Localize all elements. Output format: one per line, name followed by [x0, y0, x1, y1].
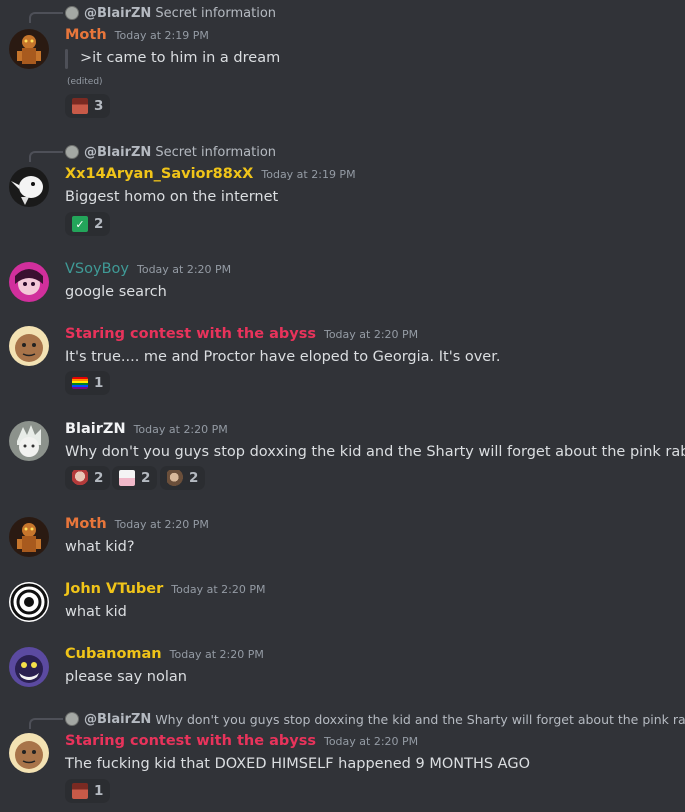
anime-sticker-icon	[72, 470, 88, 486]
reply-avatar-icon	[65, 6, 79, 20]
face-sticker-icon	[72, 783, 88, 799]
message-header: Cubanoman Today at 2:20 PM	[65, 646, 264, 666]
message-content: >it came to him in a dream	[80, 48, 280, 68]
reply-avatar-icon	[65, 712, 79, 726]
reply-spine	[29, 12, 63, 23]
reply-preview[interactable]: @BlairZN Why don't you guys stop doxxing…	[65, 710, 685, 728]
reply-spine	[29, 151, 63, 162]
rainbow-flag-icon	[72, 377, 88, 389]
message-content: google search	[65, 284, 167, 300]
reply-preview[interactable]: @BlairZN Secret information	[65, 4, 276, 22]
reaction[interactable]: 2	[65, 466, 111, 490]
pointing-sticker-icon	[167, 470, 183, 486]
pink-rabbit-sticker-icon	[119, 470, 135, 486]
timestamp[interactable]: Today at 2:20 PM	[170, 648, 264, 661]
avatar[interactable]	[9, 262, 49, 302]
reaction[interactable]: ✓ 2	[65, 212, 111, 236]
timestamp[interactable]: Today at 2:19 PM	[261, 168, 355, 181]
reaction-count: 3	[94, 98, 104, 114]
message-content: The fucking kid that DOXED HIMSELF happe…	[65, 756, 530, 772]
message-content: It's true.... me and Proctor have eloped…	[65, 349, 501, 365]
username[interactable]: BlairZN	[65, 421, 126, 437]
message-header: Xx14Aryan_Savior88xX Today at 2:19 PM	[65, 166, 356, 186]
timestamp[interactable]: Today at 2:20 PM	[324, 328, 418, 341]
check-mark-icon: ✓	[72, 216, 88, 232]
timestamp[interactable]: Today at 2:20 PM	[115, 518, 209, 531]
message-header: VSoyBoy Today at 2:20 PM	[65, 261, 231, 281]
reaction-count: 2	[189, 470, 199, 486]
username[interactable]: Cubanoman	[65, 646, 162, 662]
avatar[interactable]	[9, 517, 49, 557]
reply-avatar-icon	[65, 145, 79, 159]
reaction[interactable]: 3	[65, 94, 111, 118]
reaction-count: 1	[94, 375, 104, 391]
timestamp[interactable]: Today at 2:20 PM	[171, 583, 265, 596]
reaction-count: 1	[94, 783, 104, 799]
avatar[interactable]	[9, 647, 49, 687]
reply-username[interactable]: @BlairZN	[84, 145, 151, 160]
face-sticker-icon	[72, 98, 88, 114]
avatar[interactable]	[9, 733, 49, 773]
message-content: Why don't you guys stop doxxing the kid …	[65, 444, 685, 460]
reply-username[interactable]: @BlairZN	[84, 712, 151, 727]
avatar[interactable]	[9, 167, 49, 207]
reply-text: Secret information	[155, 144, 277, 160]
reaction[interactable]: 1	[65, 779, 111, 803]
message-content: what kid?	[65, 539, 135, 555]
reaction-count: 2	[94, 216, 104, 232]
blockquote-bar	[65, 49, 68, 69]
username[interactable]: Moth	[65, 27, 107, 43]
username[interactable]: Staring contest with the abyss	[65, 733, 316, 749]
timestamp[interactable]: Today at 2:20 PM	[324, 735, 418, 748]
username[interactable]: VSoyBoy	[65, 261, 129, 277]
message-text: >it came to him in a dream	[80, 50, 281, 66]
message-header: Staring contest with the abyss Today at …	[65, 326, 418, 346]
username[interactable]: Moth	[65, 516, 107, 532]
avatar[interactable]	[9, 582, 49, 622]
reply-spine	[29, 718, 63, 729]
message-content: please say nolan	[65, 669, 187, 685]
message-content: what kid	[65, 604, 127, 620]
avatar[interactable]	[9, 29, 49, 69]
message-header: Staring contest with the abyss Today at …	[65, 733, 418, 753]
reply-text: Why don't you guys stop doxxing the kid …	[155, 711, 685, 727]
reaction[interactable]: 1	[65, 371, 111, 395]
edited-label: (edited)	[67, 77, 103, 87]
message-header: Moth Today at 2:19 PM	[65, 27, 209, 47]
message-header: Moth Today at 2:20 PM	[65, 516, 209, 536]
timestamp[interactable]: Today at 2:19 PM	[115, 29, 209, 42]
reaction[interactable]: 2	[160, 466, 206, 490]
message-header: John VTuber Today at 2:20 PM	[65, 581, 265, 601]
timestamp[interactable]: Today at 2:20 PM	[137, 263, 231, 276]
reaction[interactable]: 2	[112, 466, 158, 490]
username[interactable]: John VTuber	[65, 581, 163, 597]
reply-username[interactable]: @BlairZN	[84, 6, 151, 21]
reply-preview[interactable]: @BlairZN Secret information	[65, 143, 276, 161]
avatar[interactable]	[9, 326, 49, 366]
reaction-count: 2	[141, 470, 151, 486]
username[interactable]: Xx14Aryan_Savior88xX	[65, 166, 253, 182]
message-content: Biggest homo on the internet	[65, 189, 279, 205]
timestamp[interactable]: Today at 2:20 PM	[134, 423, 228, 436]
username[interactable]: Staring contest with the abyss	[65, 326, 316, 342]
avatar[interactable]	[9, 421, 49, 461]
reaction-count: 2	[94, 470, 104, 486]
reply-text: Secret information	[155, 5, 277, 21]
message-header: BlairZN Today at 2:20 PM	[65, 421, 228, 441]
